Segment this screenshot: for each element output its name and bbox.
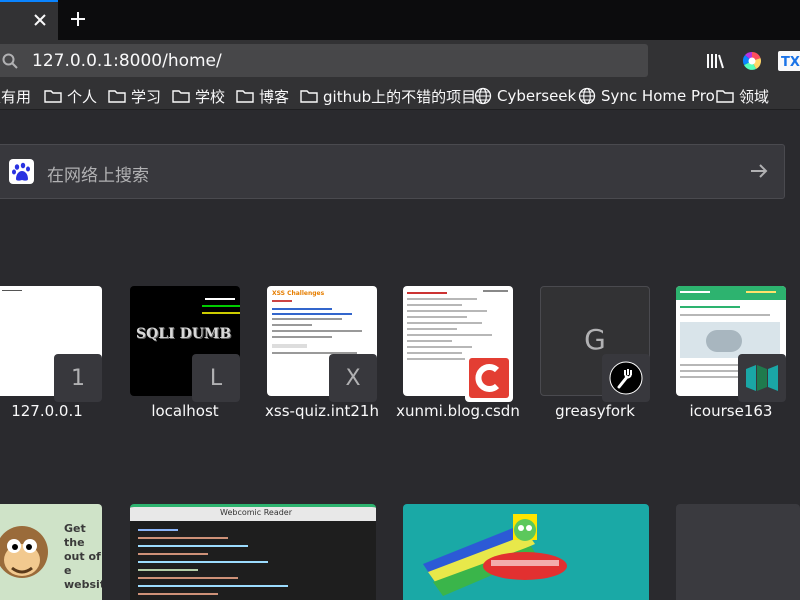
url-bar[interactable]: 127.0.0.1:8000/home/ xyxy=(0,44,648,77)
sqli-dumb-text: SQLI DUMB xyxy=(136,326,232,342)
bookmark-label: 个人 xyxy=(67,87,98,106)
bookmark-link[interactable]: Sync Home Pro xyxy=(578,86,715,106)
bookmark-link[interactable]: Cyberseek xyxy=(474,86,576,106)
folder-icon xyxy=(716,90,734,103)
bookmarks-toolbar: 很有用 个人 学习 学校 博客 github上的不错的项目 Cyberseek … xyxy=(0,82,800,110)
top-site-tile[interactable]: 1 xyxy=(0,286,102,402)
url-text[interactable]: 127.0.0.1:8000/home/ xyxy=(32,51,222,71)
site-badge: 1 xyxy=(54,354,102,402)
bookmark-folder[interactable]: 领域 xyxy=(716,86,769,106)
icourse163-logo-icon xyxy=(738,354,786,402)
pixel-art-illustration xyxy=(423,514,567,596)
new-tab-icon[interactable] xyxy=(66,7,90,31)
top-site-tile[interactable]: Get the out of e website xyxy=(0,504,102,600)
library-icon[interactable] xyxy=(705,50,727,72)
webcomic-reader-title: Webcomic Reader xyxy=(220,508,293,517)
folder-icon xyxy=(172,90,190,103)
search-placeholder[interactable]: 在网络上搜索 xyxy=(47,161,149,186)
xss-page-title: XSS Challenges xyxy=(272,290,325,297)
site-label[interactable]: 127.0.0.1 xyxy=(0,402,117,420)
bookmark-label: 学习 xyxy=(131,87,162,106)
site-label[interactable]: xss-quiz.int21h xyxy=(252,402,392,420)
monkey-thumb-text: Get the out of e website xyxy=(64,522,102,591)
extension-icon-color-wheel[interactable] xyxy=(741,50,763,72)
bookmark-folder[interactable]: 个人 xyxy=(44,86,97,106)
folder-icon xyxy=(300,90,318,103)
site-label[interactable]: greasyfork xyxy=(525,402,665,420)
folder-icon xyxy=(236,90,254,103)
bookmark-label: github上的不错的项目 xyxy=(323,87,477,106)
site-badge: X xyxy=(329,354,377,402)
arrow-right-icon[interactable] xyxy=(749,161,769,181)
bookmark-folder[interactable]: 博客 xyxy=(236,86,289,106)
top-site-tile-empty[interactable] xyxy=(676,504,800,600)
top-site-tile[interactable]: C xyxy=(403,286,513,402)
site-label[interactable]: icourse163 xyxy=(661,402,800,420)
bookmark-label: 学校 xyxy=(195,87,226,106)
site-label[interactable]: xunmi.blog.csdn xyxy=(388,402,528,420)
nav-bar: 127.0.0.1:8000/home/ TX xyxy=(0,40,800,82)
bookmark-label: 领域 xyxy=(739,87,770,106)
svg-text:TX: TX xyxy=(781,55,800,70)
top-site-tile[interactable]: SQLI DUMB L xyxy=(130,286,240,402)
bookmark-folder[interactable]: 学习 xyxy=(108,86,161,106)
site-label[interactable]: localhost xyxy=(115,402,255,420)
top-site-tile[interactable]: G xyxy=(540,286,650,402)
web-search-box[interactable]: 在网络上搜索 xyxy=(0,144,785,199)
bookmark-label: 很有用 xyxy=(0,87,32,106)
close-tab-icon[interactable] xyxy=(29,9,51,31)
bookmark-label: 博客 xyxy=(259,87,290,106)
bookmark-folder[interactable]: 很有用 xyxy=(0,86,31,106)
site-badge: L xyxy=(192,354,240,402)
csdn-logo-icon: C xyxy=(465,354,513,402)
top-site-tile[interactable] xyxy=(403,504,649,600)
bookmark-folder[interactable]: 学校 xyxy=(172,86,225,106)
greasyfork-monkey-icon xyxy=(602,354,650,402)
top-site-tile[interactable]: Webcomic Reader xyxy=(130,504,376,600)
globe-icon xyxy=(578,87,596,105)
tab-bar xyxy=(0,0,800,40)
top-site-tile[interactable]: XSS Challenges X xyxy=(267,286,377,402)
globe-icon xyxy=(474,87,492,105)
baidu-paw-icon xyxy=(9,159,34,184)
folder-icon xyxy=(44,90,62,103)
bookmark-folder[interactable]: github上的不错的项目 xyxy=(300,86,476,106)
active-tab[interactable] xyxy=(0,0,58,40)
bookmark-label: Sync Home Pro xyxy=(601,87,715,105)
top-site-tile[interactable] xyxy=(676,286,786,402)
extension-icon-tx[interactable]: TX xyxy=(778,50,800,72)
monkey-illustration xyxy=(0,526,48,578)
site-letter: G xyxy=(584,323,606,356)
bookmark-label: Cyberseek xyxy=(497,87,577,105)
folder-icon xyxy=(108,90,126,103)
search-icon xyxy=(2,53,18,69)
